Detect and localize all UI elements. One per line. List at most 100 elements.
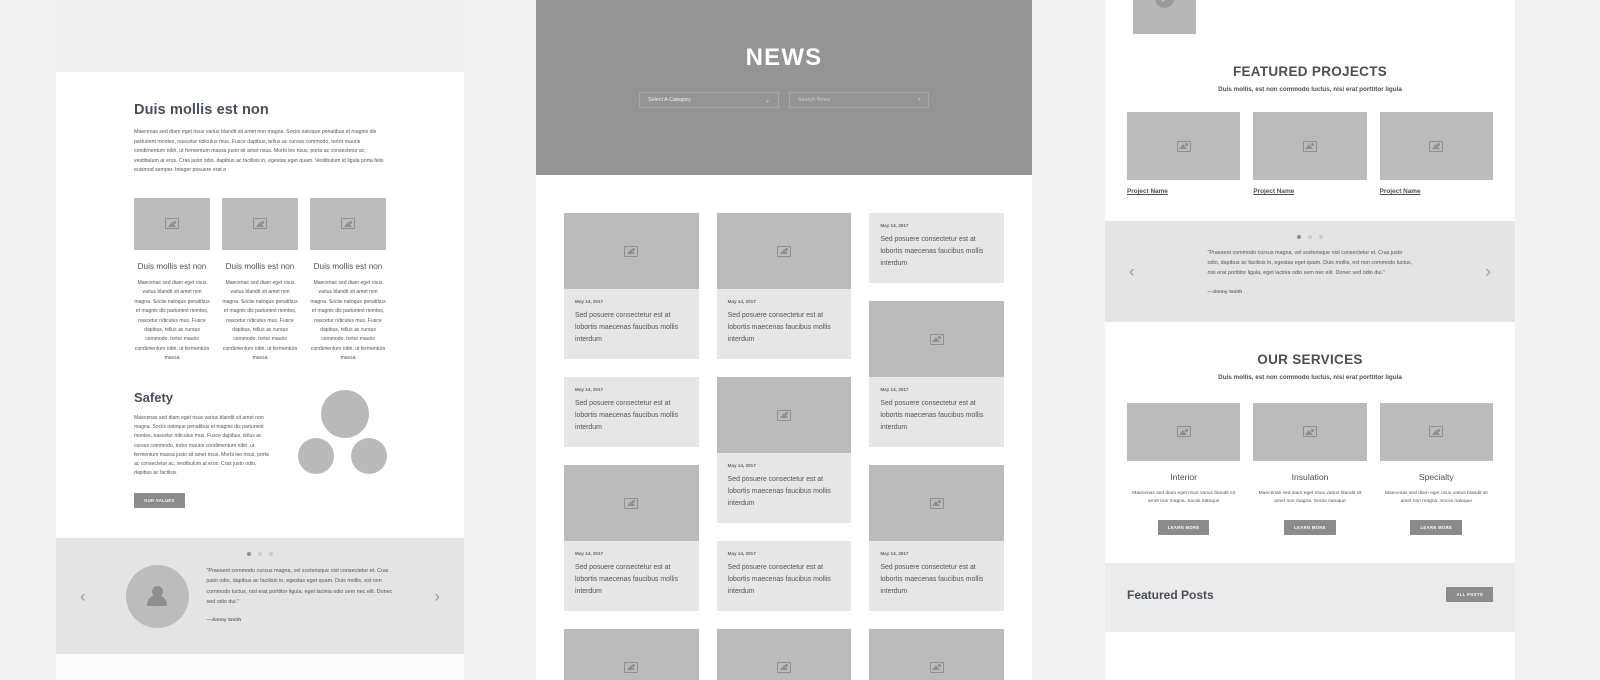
image-placeholder-icon — [777, 245, 791, 257]
image-placeholder-icon — [253, 218, 267, 230]
image-placeholder-icon — [777, 409, 791, 421]
carousel-dot[interactable] — [258, 551, 262, 556]
image-placeholder-icon — [1176, 426, 1191, 438]
news-date: May 14, 2017 — [575, 551, 604, 556]
all-posts-button[interactable]: ALL POSTS — [1446, 587, 1493, 602]
news-headline: Sed posuere consectetur est at lobortis … — [727, 476, 831, 507]
news-card[interactable]: May 14, 2017 Sed posuere consectetur est… — [716, 213, 852, 359]
avatar — [125, 564, 189, 628]
news-column: May 14, 2017 Sed posuere consectetur est… — [869, 213, 1005, 680]
news-card[interactable] — [869, 629, 1005, 680]
carousel-next-icon[interactable]: › — [1485, 263, 1491, 280]
image-placeholder — [716, 629, 852, 680]
image-placeholder — [1127, 112, 1241, 180]
testimonial-quote: "Praesent commodo cursus magna, vel scel… — [207, 566, 395, 626]
person-icon — [147, 595, 167, 607]
feature-card[interactable]: Duis mollis est non Maecenas sed diam eg… — [310, 197, 386, 364]
image-placeholder — [310, 197, 386, 250]
service-card[interactable]: Insulation Maecenas sed diam eget risus … — [1253, 402, 1367, 535]
image-placeholder — [564, 213, 699, 289]
image-placeholder-icon — [1302, 140, 1317, 152]
service-title: Specialty — [1418, 471, 1454, 482]
news-card[interactable]: May 14, 2017 Sed posuere consectetur est… — [869, 301, 1005, 447]
service-card[interactable]: Specialty Maecenas sed diam eget risus v… — [1379, 402, 1493, 535]
feature-card-title: Duis mollis est non — [137, 261, 207, 271]
news-hero: NEWS Select A Category ⌄ Search News › — [536, 0, 1032, 175]
carousel-prev-icon[interactable]: ‹ — [1129, 263, 1135, 280]
carousel-dot[interactable] — [247, 551, 251, 556]
learn-more-button[interactable]: LEARN MORE — [1157, 520, 1210, 535]
news-date: May 14, 2017 — [727, 299, 756, 304]
news-filter-bar: Select A Category ⌄ Search News › — [536, 92, 1032, 108]
project-card[interactable]: Project Name — [1127, 112, 1241, 195]
service-body: Maecenas sed diam eget risus varius blan… — [1132, 490, 1236, 505]
play-icon[interactable] — [1154, 0, 1174, 8]
carousel-dot[interactable] — [1297, 235, 1301, 239]
feature-card[interactable]: Duis mollis est non Maecenas sed diam eg… — [222, 197, 298, 364]
safety-body: Maecenas sed diam eget risus varius blan… — [134, 414, 269, 477]
news-card[interactable]: May 14, 2017 Sed posuere consectetur est… — [564, 213, 699, 359]
circle-shape — [351, 437, 388, 474]
image-placeholder — [1379, 402, 1493, 461]
safety-text: Safety Maecenas sed diam eget risus vari… — [116, 390, 273, 508]
image-placeholder-icon — [624, 661, 639, 673]
news-card[interactable]: May 14, 2017 Sed posuere consectetur est… — [869, 465, 1005, 611]
news-page-preview: NEWS Select A Category ⌄ Search News › M… — [536, 0, 1032, 680]
feature-card-title: Duis mollis est non — [225, 261, 295, 271]
image-placeholder-icon — [1429, 426, 1444, 438]
safety-decoration — [293, 389, 388, 475]
news-card[interactable] — [716, 629, 852, 680]
category-select-value: Select A Category — [648, 97, 691, 103]
image-placeholder-icon — [777, 661, 791, 673]
learn-more-button[interactable]: LEARN MORE — [1284, 520, 1336, 535]
news-card[interactable]: May 14, 2017 Sed posuere consectetur est… — [716, 541, 852, 611]
news-headline: Sed posuere consectetur est at lobortis … — [880, 400, 984, 431]
page-title: NEWS — [745, 44, 823, 71]
image-placeholder — [1253, 402, 1367, 461]
news-column: May 14, 2017 Sed posuere consectetur est… — [716, 213, 852, 680]
quote-author: —Jimmy Smith — [206, 618, 242, 623]
image-placeholder — [869, 465, 1005, 541]
left-testimonial-carousel: "Praesent commodo cursus magna, vel scel… — [56, 537, 464, 654]
news-card[interactable]: May 14, 2017 Sed posuere consectetur est… — [564, 465, 699, 611]
image-placeholder-icon — [929, 497, 944, 509]
search-input[interactable]: Search News › — [789, 92, 929, 108]
image-placeholder-icon — [165, 218, 179, 230]
services-row: Interior Maecenas sed diam eget risus va… — [1105, 381, 1515, 535]
search-submit-icon[interactable]: › — [918, 97, 920, 103]
carousel-dot[interactable] — [1319, 235, 1323, 239]
learn-more-button[interactable]: LEARN MORE — [1410, 520, 1463, 535]
news-headline: Sed posuere consectetur est at lobortis … — [880, 564, 984, 595]
our-values-button[interactable]: OUR VALUES — [134, 492, 185, 508]
news-card[interactable]: May 14, 2017 Sed posuere consectetur est… — [869, 213, 1005, 283]
services-list-block: Firestopping Nuclear Services Expansion … — [56, 0, 464, 72]
category-select[interactable]: Select A Category ⌄ — [639, 92, 779, 108]
quote-text: "Praesent commodo cursus magna, vel scel… — [1207, 250, 1413, 277]
news-card[interactable]: May 14, 2017 Sed posuere consectetur est… — [564, 377, 699, 447]
carousel-next-icon[interactable]: › — [434, 587, 440, 604]
project-name-link[interactable]: Project Name — [1253, 188, 1366, 195]
project-card[interactable]: Project Name — [1253, 112, 1367, 195]
carousel-dot[interactable] — [269, 551, 273, 556]
circle-shape — [298, 437, 335, 474]
carousel-dots — [1105, 235, 1515, 239]
testimonial-quote: "Praesent commodo cursus magna, vel scel… — [1208, 248, 1413, 298]
news-card[interactable]: May 14, 2017 Sed posuere consectetur est… — [716, 377, 852, 523]
image-placeholder-icon — [1176, 140, 1191, 152]
carousel-dot[interactable] — [1308, 235, 1312, 239]
news-card[interactable] — [564, 629, 699, 680]
news-date: May 14, 2017 — [880, 223, 909, 228]
video-placeholder[interactable] — [1133, 0, 1196, 34]
project-name-link[interactable]: Project Name — [1380, 188, 1493, 195]
project-card[interactable]: Project Name — [1379, 112, 1493, 195]
news-date: May 14, 2017 — [880, 551, 909, 556]
quote-text: "Praesent commodo cursus magna, vel scel… — [206, 568, 393, 605]
project-name-link[interactable]: Project Name — [1127, 188, 1240, 195]
carousel-prev-icon[interactable]: ‹ — [80, 587, 86, 604]
image-placeholder — [716, 377, 852, 453]
feature-card[interactable]: Duis mollis est non Maecenas sed diam eg… — [134, 197, 210, 364]
service-card[interactable]: Interior Maecenas sed diam eget risus va… — [1127, 402, 1241, 535]
image-placeholder-icon — [1302, 426, 1317, 438]
image-placeholder — [1253, 112, 1367, 180]
news-headline: Sed posuere consectetur est at lobortis … — [727, 312, 831, 343]
